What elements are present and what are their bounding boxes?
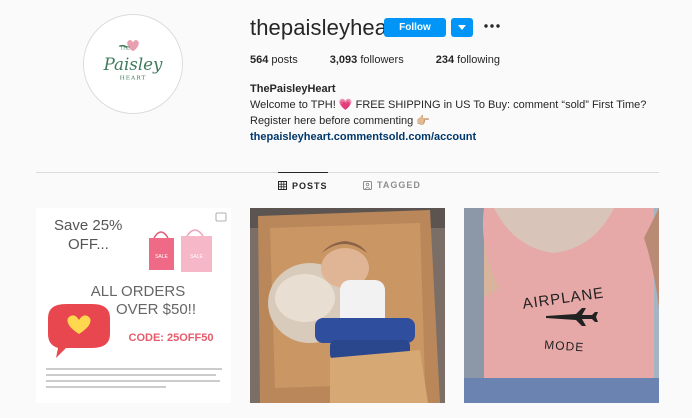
posts-count: 564 posts: [250, 54, 298, 66]
tag-icon: [363, 180, 372, 190]
logo-main-text: Paisley: [103, 55, 163, 74]
bio-line-2: Register here before commenting 👉🏼: [250, 115, 431, 127]
bio-external-link[interactable]: thepaisleyheart.commentsold.com/account: [250, 129, 680, 145]
more-options-button[interactable]: [482, 16, 502, 36]
promo-headline-2: OFF...: [68, 236, 109, 253]
tab-tagged-label: TAGGED: [377, 180, 421, 190]
bio-line-1: Welcome to TPH! 💗 FREE SHIPPING in US To…: [250, 99, 647, 111]
promo-code: CODE: 25OFF50: [129, 332, 214, 344]
logo-top-text: THE: [120, 46, 130, 51]
following-link[interactable]: 234 following: [436, 54, 500, 66]
follow-button[interactable]: Follow: [384, 18, 446, 37]
tab-posts-label: POSTS: [292, 180, 328, 191]
photo-child-in-box: [250, 208, 445, 403]
post-thumbnail-promo[interactable]: Save 25% OFF... SALE SALE ALL ORDERS OVE…: [36, 208, 231, 403]
photo-airplane-mode-shirt: AIRPLANE MODE: [464, 208, 659, 403]
promo-headline-1: Save 25%: [54, 217, 122, 234]
tab-posts[interactable]: POSTS: [278, 172, 328, 198]
profile-avatar[interactable]: THE Paisley HEART: [83, 14, 183, 114]
shirt-text-2: MODE: [544, 338, 585, 355]
profile-bio: ThePaisleyHeart Welcome to TPH! 💗 FREE S…: [250, 81, 680, 145]
tabs-divider: [36, 172, 659, 173]
promo-body-1: ALL ORDERS: [91, 283, 185, 300]
paisley-heart-logo: THE Paisley HEART: [84, 15, 182, 113]
profile-username: thepaisleyheart: [250, 15, 401, 40]
promo-graphic: Save 25% OFF... SALE SALE ALL ORDERS OVE…: [36, 208, 231, 403]
profile-stats: 564 posts 3,093 followers 234 following: [250, 54, 532, 66]
grid-icon: [278, 181, 287, 190]
post-thumbnail-photo-box[interactable]: [250, 208, 445, 403]
chevron-down-icon: [458, 24, 466, 30]
bag-label-2: SALE: [190, 254, 203, 260]
followers-link[interactable]: 3,093 followers: [330, 54, 404, 66]
tab-tagged[interactable]: TAGGED: [363, 172, 421, 198]
ellipsis-icon: [484, 24, 500, 28]
bag-label-1: SALE: [155, 254, 168, 260]
suggested-accounts-dropdown-button[interactable]: [451, 18, 473, 37]
promo-body-2: OVER $50!!: [116, 301, 196, 318]
logo-bottom-text: HEART: [120, 76, 147, 82]
post-thumbnail-airplane-shirt[interactable]: AIRPLANE MODE: [464, 208, 659, 403]
profile-display-name: ThePaisleyHeart: [250, 83, 336, 95]
